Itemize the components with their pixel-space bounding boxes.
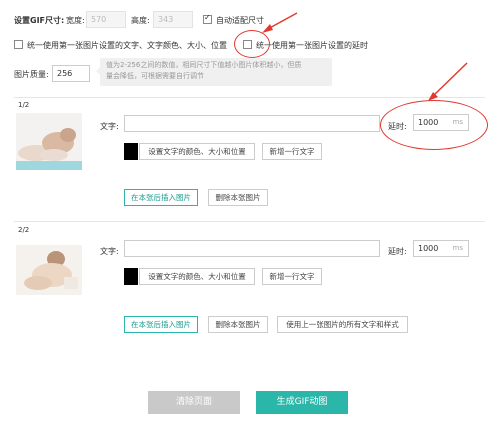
text-color-swatch[interactable]: [124, 143, 138, 160]
generate-gif-button[interactable]: 生成GIF动图: [256, 391, 348, 414]
annotation-arrow-delay: [428, 62, 468, 101]
frame-delay-label: 延时:: [388, 247, 407, 256]
insert-image-button[interactable]: 在本张后插入图片: [124, 189, 198, 206]
clear-page-button[interactable]: 清除页面: [148, 391, 240, 414]
delete-image-button[interactable]: 删除本张图片: [208, 316, 268, 333]
frame-divider-2: [14, 221, 485, 222]
thumbnail-image-icon: [16, 245, 82, 295]
add-text-line-button[interactable]: 新增一行文字: [262, 268, 322, 285]
add-text-line-button[interactable]: 新增一行文字: [262, 143, 322, 160]
frame-text-label: 文字:: [100, 247, 119, 256]
frame-delay-input[interactable]: 1000 ms: [413, 240, 469, 257]
text-style-button[interactable]: 设置文字的颜色、大小和位置: [139, 143, 255, 160]
text-style-button[interactable]: 设置文字的颜色、大小和位置: [139, 268, 255, 285]
frame-index: 2/2: [18, 226, 30, 234]
frame-thumbnail: [16, 245, 82, 295]
delete-image-button[interactable]: 删除本张图片: [208, 189, 268, 206]
text-color-swatch[interactable]: [124, 268, 138, 285]
copy-previous-style-button[interactable]: 使用上一张图片的所有文字和样式: [277, 316, 408, 333]
frame-text-input[interactable]: [124, 240, 380, 257]
frame-delay-value: 1000: [418, 244, 439, 253]
frame-delay-unit: ms: [452, 244, 463, 252]
insert-image-button[interactable]: 在本张后插入图片: [124, 316, 198, 333]
